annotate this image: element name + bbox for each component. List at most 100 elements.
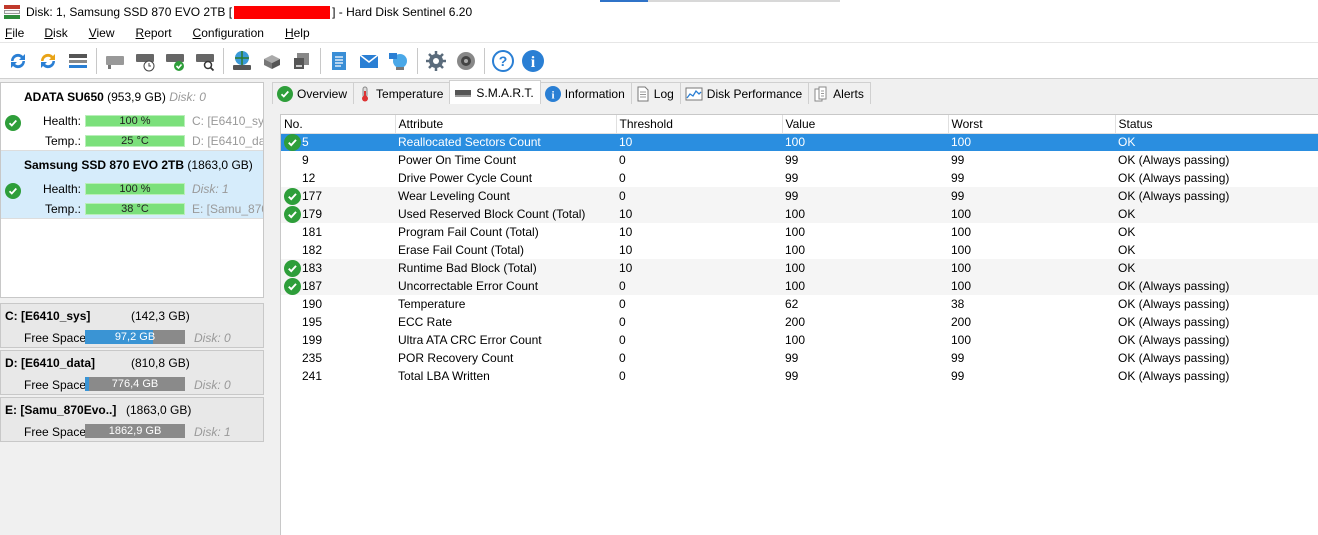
threshold-value: 10 (616, 205, 782, 223)
attribute-id: 190 (302, 297, 323, 311)
current-value: 100 (782, 133, 948, 151)
volume-card-e[interactable]: E: [Samu_870Evo..] (1863,0 GB) Free Spac… (0, 397, 264, 442)
tab-disk-performance[interactable]: Disk Performance (679, 82, 810, 104)
disk-size: (953,9 GB) (107, 90, 166, 104)
disk-search-button[interactable] (192, 48, 218, 74)
table-row[interactable]: 177 Wear Leveling Count 0 99 99 OK (Always pa… (281, 187, 1318, 205)
speaker-icon (457, 51, 475, 70)
attribute-name: Runtime Bad Block (Total) (395, 259, 616, 277)
status-text: OK (Always passing) (1115, 187, 1318, 205)
menu-report[interactable]: Report (130, 26, 178, 40)
attribute-name: Program Fail Count (Total) (398, 225, 539, 239)
tab-log[interactable]: Log (630, 82, 681, 104)
worst-value: 100 (951, 225, 972, 239)
table-row[interactable]: 241 Total LBA Written 0 99 99 OK (Always pass… (281, 367, 1318, 385)
free-space-bar: 1862,9 GB (85, 424, 185, 438)
table-row[interactable]: 235 POR Recovery Count 0 99 99 OK (Always pas… (281, 349, 1318, 367)
attribute-id: 199 (302, 333, 323, 347)
menu-disk[interactable]: Disk (38, 26, 73, 40)
worst-value: 100 (948, 133, 1115, 151)
health-label: Health: (42, 114, 81, 128)
menu-view[interactable]: View (83, 26, 121, 40)
refresh-all-button[interactable] (35, 48, 61, 74)
current-value: 100 (782, 277, 948, 295)
preferences-button[interactable] (423, 48, 449, 74)
volume-size: (1863,0 GB) (126, 403, 192, 417)
worst-value: 99 (951, 351, 965, 365)
tab-overview[interactable]: Overview (272, 82, 355, 104)
table-row[interactable]: 182 Erase Fail Count (Total) 10 100 100 OK (281, 241, 1318, 259)
tab-smart[interactable]: S.M.A.R.T. (449, 80, 541, 104)
disk-surface-button[interactable] (102, 48, 128, 74)
table-row[interactable]: 190 Temperature 0 62 38 OK (Always passing) (281, 295, 1318, 313)
attribute-name: Used Reserved Block Count (Total) (395, 205, 616, 223)
disk-name: Samsung SSD 870 EVO 2TB (24, 158, 185, 172)
document-icon (636, 86, 650, 102)
table-row[interactable]: 9 Power On Time Count 0 99 99 OK (Always pass… (281, 151, 1318, 169)
threshold-value: 0 (619, 351, 626, 365)
disk-card-1[interactable]: Samsung SSD 870 EVO 2TB (1863,0 GB) Heal… (1, 151, 263, 219)
tab-information[interactable]: i Information (539, 82, 632, 104)
disk-card-0[interactable]: ADATA SU650 (953,9 GB) Disk: 0 Health: 1… (1, 83, 263, 151)
disk-list-button[interactable] (65, 48, 91, 74)
attribute-id: 182 (302, 243, 323, 257)
table-row[interactable]: 179 Used Reserved Block Count (Total) 10 10… (281, 205, 1318, 223)
network-disk-button[interactable] (229, 48, 255, 74)
temperature-bar: 38 °C (85, 203, 185, 215)
disk-tools-button[interactable] (259, 48, 285, 74)
table-row[interactable]: 181 Program Fail Count (Total) 10 100 100 OK (281, 223, 1318, 241)
column-header-attribute[interactable]: Attribute (395, 115, 617, 134)
tab-alerts[interactable]: Alerts (808, 82, 871, 104)
volume-disk-number: Disk: 0 (194, 331, 231, 345)
menu-file[interactable]: File (0, 26, 30, 40)
svg-text:?: ? (499, 53, 508, 69)
current-value: 100 (782, 259, 948, 277)
sound-button[interactable] (453, 48, 479, 74)
free-space-label: Free Space (24, 425, 87, 439)
attribute-name: Total LBA Written (398, 369, 490, 383)
table-row[interactable]: 187 Uncorrectable Error Count 0 100 100 OK (A… (281, 277, 1318, 295)
status-text: OK (1118, 225, 1136, 239)
table-row[interactable]: 12 Drive Power Cycle Count 0 99 99 OK (Always… (281, 169, 1318, 187)
menu-bar: File Disk View Report Configuration Help (0, 24, 1318, 43)
free-space-bar: 776,4 GB (85, 377, 185, 391)
volume-size: (142,3 GB) (131, 309, 190, 323)
table-row[interactable]: 199 Ultra ATA CRC Error Count 0 100 100 OK (A… (281, 331, 1318, 349)
drive-label: E: [Samu_870Evo..] (192, 202, 263, 216)
disk-list: ADATA SU650 (953,9 GB) Disk: 0 Health: 1… (0, 82, 264, 298)
menu-configuration[interactable]: Configuration (187, 26, 270, 40)
health-bar: 100 % (85, 183, 185, 195)
table-row[interactable]: 183 Runtime Bad Block (Total) 10 100 100 OK (281, 259, 1318, 277)
attribute-name: Reallocated Sectors Count (395, 133, 616, 151)
table-row[interactable]: 195 ECC Rate 0 200 200 OK (Always passing) (281, 313, 1318, 331)
column-header-worst[interactable]: Worst (948, 115, 1116, 134)
question-icon: ? (492, 49, 514, 72)
online-report-button[interactable] (386, 48, 412, 74)
disk-backup-button[interactable] (289, 48, 315, 74)
report-button[interactable] (326, 48, 352, 74)
refresh-all-icon (40, 53, 56, 68)
current-value: 62 (785, 297, 799, 311)
disk-timer-button[interactable] (132, 48, 158, 74)
tab-temperature[interactable]: Temperature (353, 82, 451, 104)
redacted-serial (234, 6, 331, 20)
disk-ok-button[interactable] (162, 48, 188, 74)
column-header-threshold[interactable]: Threshold (616, 115, 783, 134)
column-header-no[interactable]: No. (281, 115, 396, 134)
send-report-button[interactable] (356, 48, 382, 74)
thermometer-icon (358, 86, 372, 102)
status-text: OK (Always passing) (1118, 153, 1230, 167)
volume-card-c[interactable]: C: [E6410_sys] (142,3 GB) Free Space 97,… (0, 303, 264, 348)
help-button[interactable]: ? (490, 48, 516, 74)
volume-card-d[interactable]: D: [E6410_data] (810,8 GB) Free Space 77… (0, 350, 264, 395)
column-header-status[interactable]: Status (1115, 115, 1318, 134)
about-button[interactable]: i (520, 48, 546, 74)
refresh-button[interactable] (5, 48, 31, 74)
attribute-id: 179 (302, 207, 323, 221)
menu-help[interactable]: Help (279, 26, 316, 40)
column-header-value[interactable]: Value (782, 115, 949, 134)
table-row[interactable]: 5 Reallocated Sectors Count 10 100 100 OK (281, 133, 1318, 151)
threshold-value: 10 (616, 259, 782, 277)
status-text: OK (1115, 133, 1318, 151)
alerts-document-icon (813, 86, 829, 102)
